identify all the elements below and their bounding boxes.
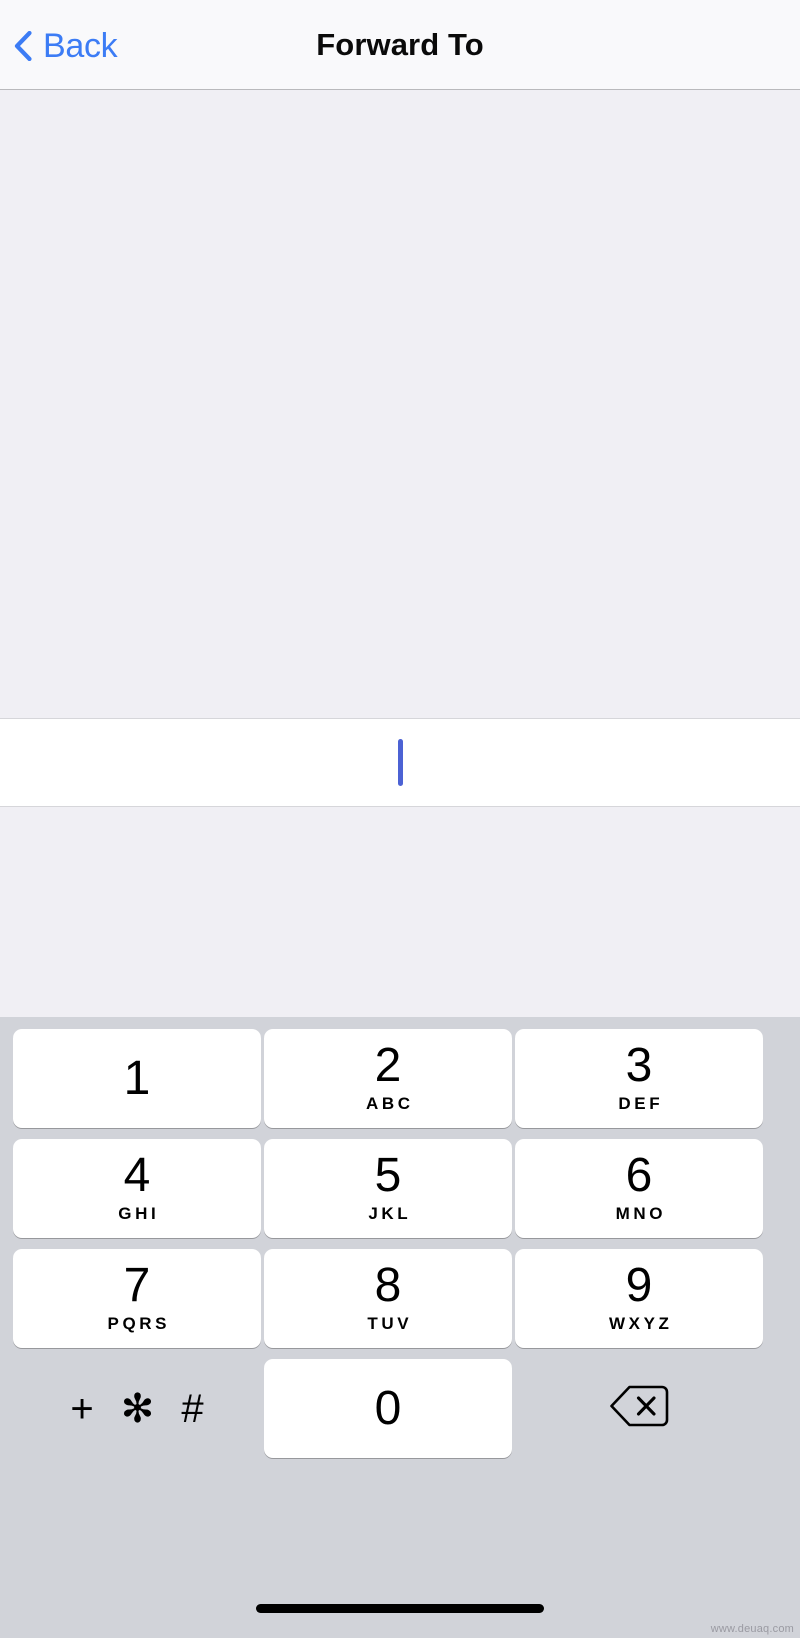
- key-digit: 8: [375, 1262, 402, 1310]
- key-digit: 1: [124, 1055, 151, 1103]
- keyboard-row-2: 4 GHI 5 JKL 6 MNO: [0, 1139, 800, 1238]
- backspace-icon: [609, 1384, 669, 1433]
- key-4[interactable]: 4 GHI: [13, 1139, 261, 1238]
- key-letters: ABC: [366, 1095, 414, 1112]
- key-1[interactable]: 1: [13, 1029, 261, 1128]
- key-letters: PQRS: [108, 1315, 171, 1332]
- watermark: www.deuaq.com: [711, 1623, 794, 1635]
- key-8[interactable]: 8 TUV: [264, 1249, 512, 1348]
- key-digit: 7: [124, 1262, 151, 1310]
- key-6[interactable]: 6 MNO: [515, 1139, 763, 1238]
- key-symbols-label: + ✻ #: [70, 1389, 211, 1429]
- key-letters: JKL: [368, 1205, 411, 1222]
- forward-to-field[interactable]: [0, 719, 800, 806]
- key-digit: 3: [626, 1042, 653, 1090]
- content-area: [0, 90, 800, 718]
- keyboard-row-3: 7 PQRS 8 TUV 9 WXYZ: [0, 1249, 800, 1348]
- content-spacer: [0, 808, 800, 1017]
- key-digit: 6: [626, 1152, 653, 1200]
- key-digit: 2: [375, 1042, 402, 1090]
- key-7[interactable]: 7 PQRS: [13, 1249, 261, 1348]
- key-digit: 0: [375, 1385, 402, 1433]
- key-3[interactable]: 3 DEF: [515, 1029, 763, 1128]
- numeric-keyboard: 1 2 ABC 3 DEF 4 GHI 5 JKL 6 MNO: [0, 1017, 800, 1638]
- key-5[interactable]: 5 JKL: [264, 1139, 512, 1238]
- key-digit: 5: [375, 1152, 402, 1200]
- key-letters: TUV: [367, 1315, 412, 1332]
- key-symbols[interactable]: + ✻ #: [13, 1359, 261, 1458]
- navigation-bar: Back Forward To: [0, 0, 800, 90]
- key-letters: DEF: [618, 1095, 663, 1112]
- key-digit: 4: [124, 1152, 151, 1200]
- key-digit: 9: [626, 1262, 653, 1310]
- key-9[interactable]: 9 WXYZ: [515, 1249, 763, 1348]
- key-letters: WXYZ: [609, 1315, 673, 1332]
- key-letters: MNO: [616, 1205, 666, 1222]
- key-2[interactable]: 2 ABC: [264, 1029, 512, 1128]
- forward-to-field-row[interactable]: [0, 718, 800, 807]
- home-indicator: [256, 1604, 544, 1613]
- backspace-key[interactable]: [515, 1359, 763, 1458]
- keyboard-row-4: + ✻ # 0: [0, 1359, 800, 1458]
- key-letters: GHI: [118, 1205, 159, 1222]
- phone-screen: Back Forward To 1 2 ABC 3 DEF: [0, 0, 800, 1638]
- keyboard-row-1: 1 2 ABC 3 DEF: [0, 1029, 800, 1128]
- page-title: Forward To: [0, 0, 800, 90]
- key-0[interactable]: 0: [264, 1359, 512, 1458]
- text-caret: [398, 739, 403, 786]
